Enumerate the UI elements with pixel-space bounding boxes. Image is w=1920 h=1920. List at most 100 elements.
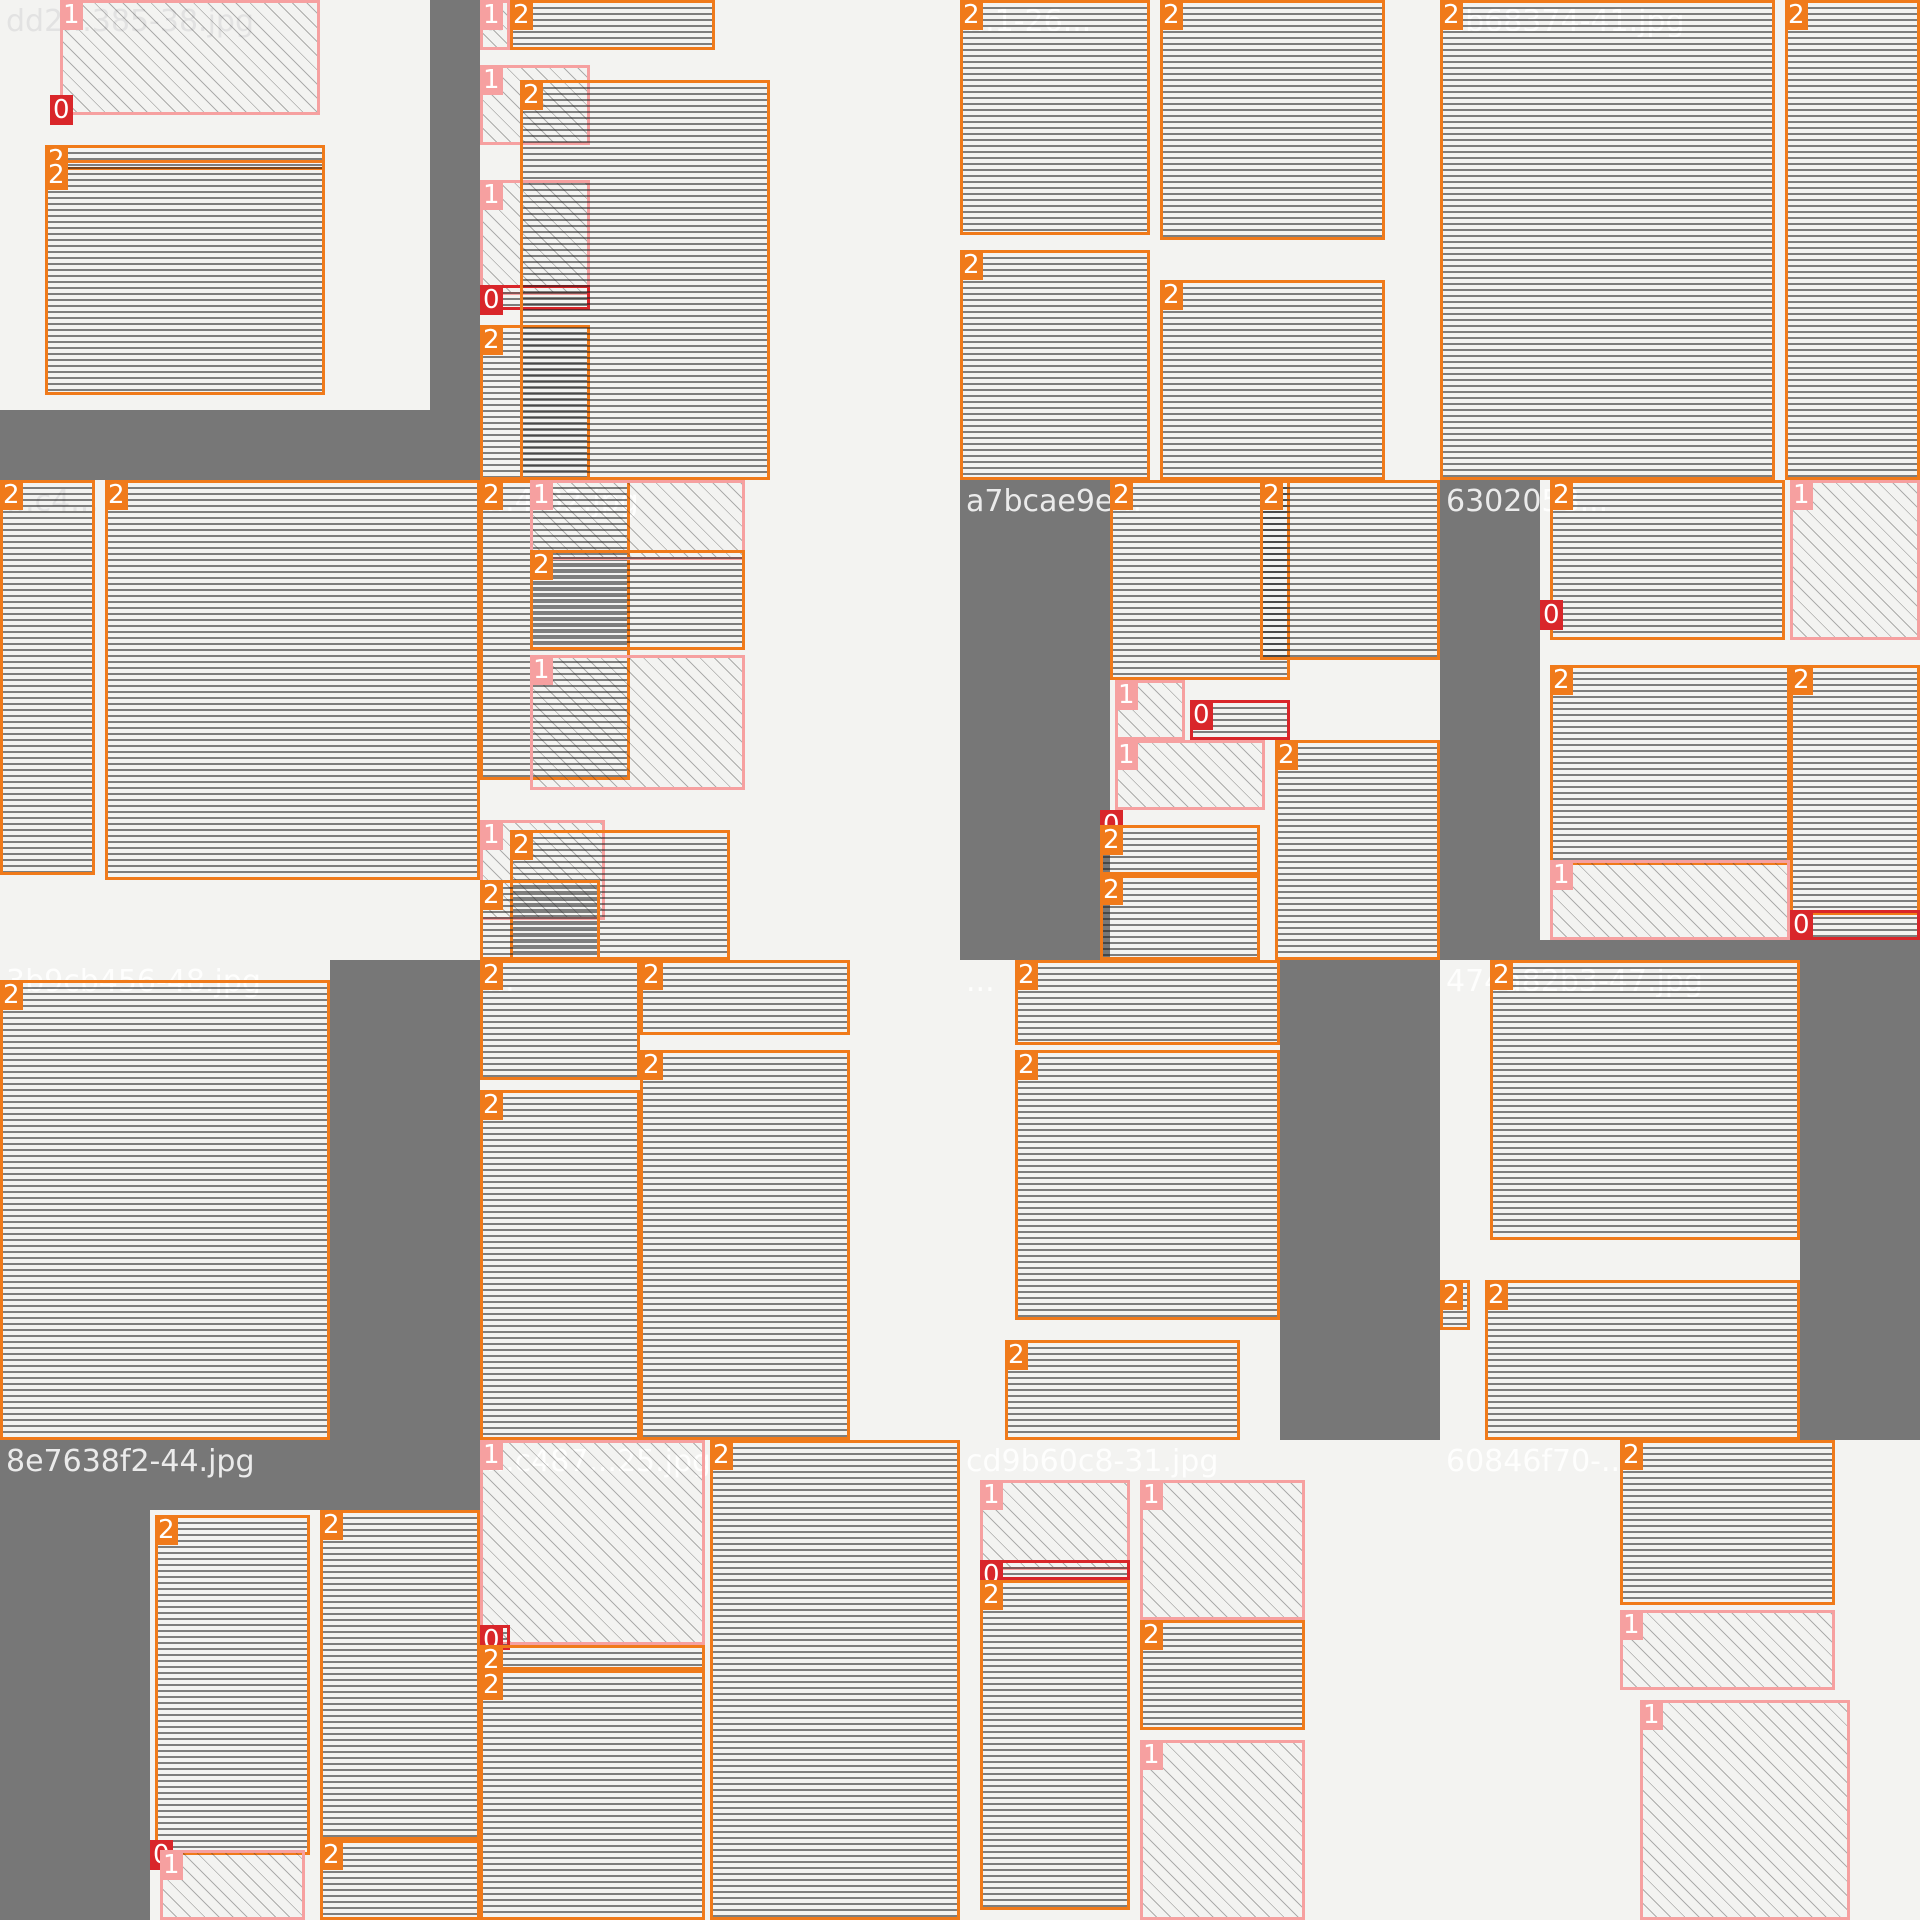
caption-region-box: 0 <box>50 95 73 125</box>
figure-region-box: 1 <box>1140 1480 1305 1620</box>
region-class-tag: 2 <box>1550 665 1573 695</box>
tile-8: 6302058... 2 0 2 1 2 1 0 <box>1440 480 1920 960</box>
region-class-tag: 2 <box>480 480 503 510</box>
tile-13: 8e7638f2-44.jpg20212 <box>0 1440 480 1920</box>
region-class-tag: 0 <box>1790 910 1813 940</box>
region-class-tag: 1 <box>480 0 503 30</box>
tile-1: dd2...385-38.jpg1022 <box>0 0 480 480</box>
region-class-tag: 2 <box>320 1840 343 1870</box>
text-region-box: 2 <box>1160 0 1385 240</box>
region-class-tag: 2 <box>1485 1280 1508 1310</box>
tile-grid: dd2...385-38.jpg1022 ...1211022 ...1-26.… <box>0 0 1920 1920</box>
region-class-tag: 1 <box>1115 680 1138 710</box>
tile-14: ...c487...25.jpg10222 <box>480 1440 960 1920</box>
text-region-box: 2 <box>640 1050 850 1440</box>
region-class-tag: 2 <box>980 1580 1003 1610</box>
caption-region-box: 0 <box>980 1560 1130 1590</box>
region-class-tag: 2 <box>0 980 23 1010</box>
tile-3: ...1-26...2222 <box>960 0 1440 480</box>
caption-region-box: 0 <box>1790 910 1920 940</box>
region-class-tag: 1 <box>480 820 503 850</box>
region-class-tag: 2 <box>1440 1280 1463 1310</box>
text-region-box: 2 <box>1440 0 1775 480</box>
region-class-tag: 2 <box>1100 875 1123 905</box>
region-class-tag: 2 <box>1015 960 1038 990</box>
region-class-tag: 2 <box>480 1670 503 1700</box>
figure-region-box: 1 <box>1620 1610 1835 1690</box>
region-class-tag: 2 <box>0 480 23 510</box>
region-class-tag: 1 <box>1790 480 1813 510</box>
text-region-box: 2 <box>1550 665 1790 865</box>
text-region-box: 2 <box>1620 1440 1835 1605</box>
region-class-tag: 1 <box>1550 860 1573 890</box>
region-class-tag: 1 <box>480 180 503 210</box>
region-class-tag: 1 <box>1620 1610 1643 1640</box>
tile-9: 3b9cb456-48.jpg2 <box>0 960 480 1440</box>
region-class-tag: 1 <box>60 0 83 30</box>
text-region-box: 2 <box>480 1670 705 1920</box>
text-region-box: 2 <box>1015 1050 1280 1320</box>
region-class-tag: 2 <box>320 1510 343 1540</box>
region-class-tag: 1 <box>160 1850 183 1880</box>
text-region-box: 2 <box>480 1090 640 1440</box>
region-class-tag: 2 <box>960 250 983 280</box>
tile-11: ... 2 2 2 <box>960 960 1440 1440</box>
text-region-box: 2 <box>710 1440 960 1920</box>
text-region-box: 2 <box>520 80 770 480</box>
figure-region-box: 1 <box>530 655 745 790</box>
tile-6: ...4-32.jpg2121122 <box>480 480 960 960</box>
text-region-box: 2 <box>105 480 480 880</box>
figure-region-box: 1 <box>1790 480 1920 640</box>
region-class-tag: 2 <box>960 0 983 30</box>
region-class-tag: 0 <box>1540 600 1563 630</box>
region-class-tag: 1 <box>1140 1740 1163 1770</box>
region-class-tag: 0 <box>1190 700 1213 730</box>
text-region-box: 2 <box>320 1840 480 1920</box>
tile-filename: 8e7638f2-44.jpg <box>6 1444 255 1479</box>
region-class-tag: 2 <box>1620 1440 1643 1470</box>
region-class-tag: 2 <box>480 325 503 355</box>
region-class-tag: 2 <box>1005 1340 1028 1370</box>
tile-10: ...2222 <box>480 960 960 1440</box>
region-class-tag: 2 <box>480 1090 503 1120</box>
text-region-box: 2 <box>1015 960 1280 1045</box>
region-class-tag: 2 <box>1110 480 1133 510</box>
figure-region-box: 1 <box>1115 740 1265 810</box>
figure-region-box: 1 <box>530 480 745 560</box>
text-region-box: 2 <box>960 250 1150 480</box>
region-class-tag: 2 <box>1140 1620 1163 1650</box>
tile-7: a7bcae9e...221010222 <box>960 480 1440 960</box>
tile-15: cd9b60c8-31.jpg 1 0 2 1 2 1 <box>960 1440 1440 1920</box>
text-region-box: 2 <box>320 1510 480 1840</box>
region-class-tag: 2 <box>530 550 553 580</box>
text-region-box: 2 <box>980 1580 1130 1910</box>
region-class-tag: 2 <box>510 0 533 30</box>
region-class-tag: 2 <box>45 160 68 190</box>
region-class-tag: 2 <box>1015 1050 1038 1080</box>
text-region-box: 2 <box>480 960 640 1080</box>
region-class-tag: 1 <box>530 480 553 510</box>
text-region-box: 2 <box>45 160 325 395</box>
tile-16: 60846f70-... 2 1 1 <box>1440 1440 1920 1920</box>
text-region-box: 2 <box>480 1645 705 1675</box>
figure-region-box: 1 <box>1115 680 1185 740</box>
region-class-tag: 2 <box>710 1440 733 1470</box>
region-class-tag: 2 <box>1260 480 1283 510</box>
region-class-tag: 1 <box>1140 1480 1163 1510</box>
tile-12: 474a82b3-47.jpg222 <box>1440 960 1920 1440</box>
tile-2: ...1211022 <box>480 0 960 480</box>
region-class-tag: 2 <box>1550 480 1573 510</box>
region-class-tag: 2 <box>1440 0 1463 30</box>
text-region-box: 2 <box>155 1515 310 1855</box>
figure-region-box: 1 <box>480 0 510 50</box>
region-class-tag: 1 <box>1115 740 1138 770</box>
text-region-box: 2 <box>1100 875 1260 960</box>
region-class-tag: 2 <box>480 880 503 910</box>
figure-region-box: 1 <box>1140 1740 1305 1920</box>
region-class-tag: 2 <box>640 1050 663 1080</box>
text-region-box: 2 <box>1160 280 1385 480</box>
text-region-box: 2 <box>0 980 330 1440</box>
caption-region-box: 0 <box>1540 600 1563 630</box>
figure-region-box: 1 <box>160 1850 305 1920</box>
region-class-tag: 1 <box>480 1440 503 1470</box>
